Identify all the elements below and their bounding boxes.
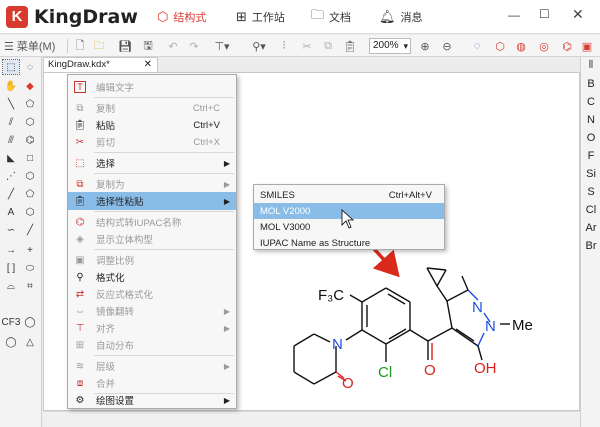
mouse-cursor-icon [341, 209, 355, 229]
